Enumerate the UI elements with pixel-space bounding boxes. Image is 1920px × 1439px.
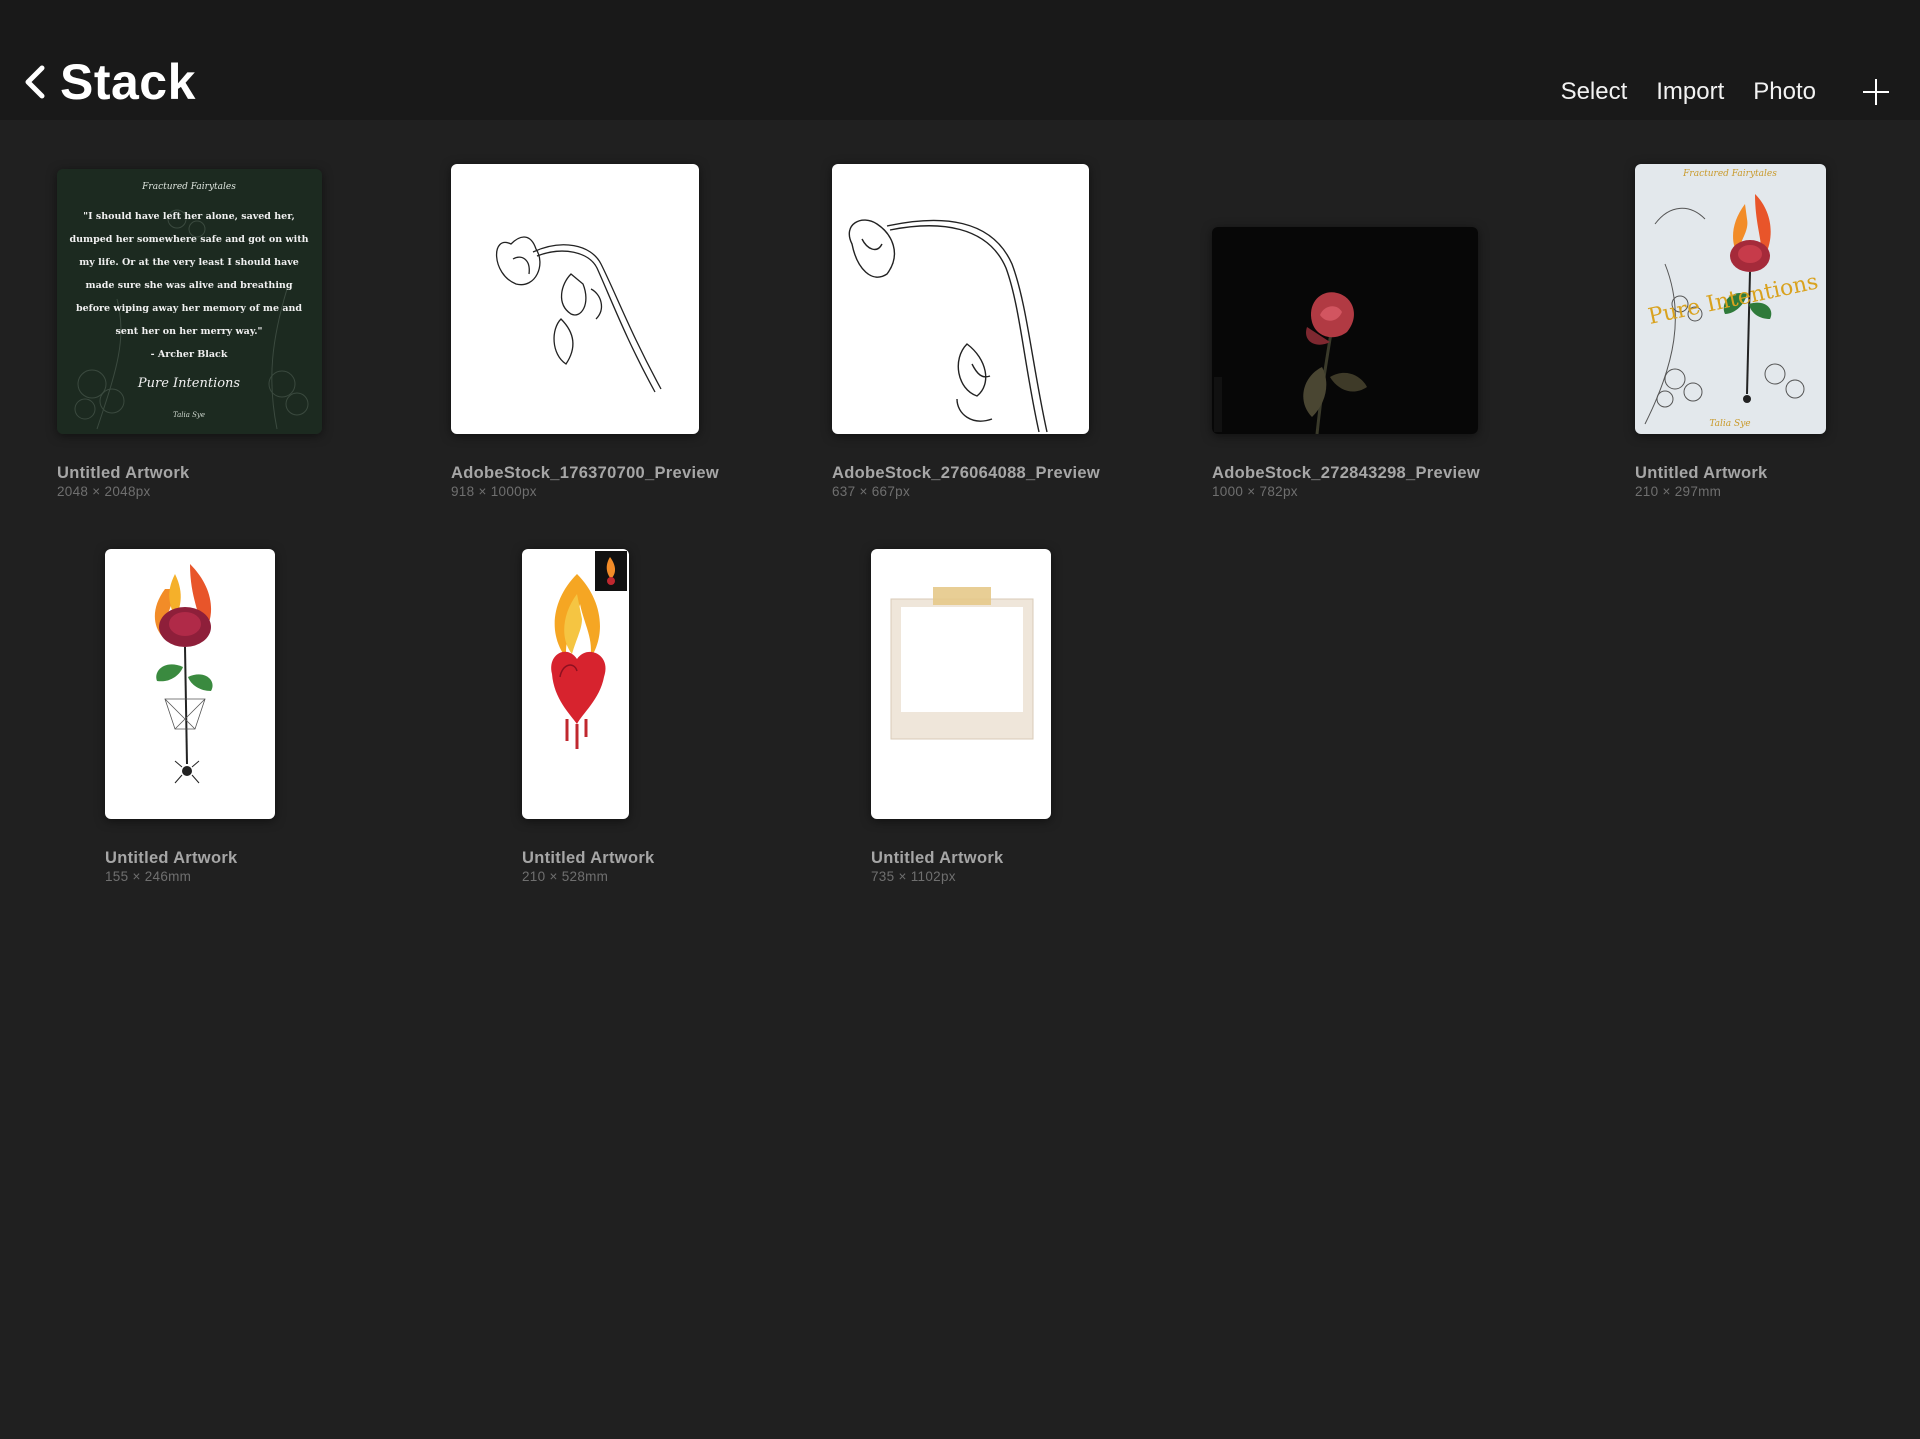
- artwork-thumbnail[interactable]: Fractured Fairytales Pure Intentions Tal…: [1635, 164, 1826, 434]
- artwork-title: AdobeStock_176370700_Preview: [451, 464, 719, 482]
- quote-artwork-image: Fractured Fairytales "I should have left…: [57, 169, 322, 434]
- artwork-thumbnail[interactable]: [832, 164, 1089, 434]
- artwork-title: AdobeStock_276064088_Preview: [832, 464, 1100, 482]
- artwork-dimensions: 637 × 667px: [832, 484, 910, 499]
- artwork-title: AdobeStock_272843298_Preview: [1212, 464, 1480, 482]
- quote-line: made sure she was alive and breathing: [86, 280, 293, 291]
- artwork-thumbnail[interactable]: [522, 549, 629, 819]
- burning-rose-image: [105, 549, 275, 819]
- book-cover-image: Fractured Fairytales Pure Intentions Tal…: [1635, 164, 1826, 434]
- cover-series: Fractured Fairytales: [1682, 169, 1777, 179]
- artwork-dimensions: 735 × 1102px: [871, 869, 956, 884]
- plus-icon[interactable]: [1862, 78, 1890, 106]
- artwork-title: Untitled Artwork: [871, 849, 1004, 867]
- artwork-title: Untitled Artwork: [105, 849, 238, 867]
- quote-book-title: Pure Intentions: [137, 376, 241, 391]
- quote-attribution: - Archer Black: [151, 349, 228, 360]
- quote-line: sent her on her merry way.": [115, 326, 262, 337]
- quote-author: Talia Sye: [173, 411, 205, 419]
- artwork-dimensions: 2048 × 2048px: [57, 484, 151, 499]
- artwork-title: Untitled Artwork: [57, 464, 190, 482]
- quote-line: dumped her somewhere safe and got on wit…: [69, 234, 308, 245]
- artwork-thumbnail[interactable]: [1212, 227, 1478, 434]
- artwork-title: Untitled Artwork: [1635, 464, 1768, 482]
- artwork-dimensions: 918 × 1000px: [451, 484, 537, 499]
- artwork-title: Untitled Artwork: [522, 849, 655, 867]
- photo-button[interactable]: Photo: [1753, 78, 1816, 106]
- top-bar: Stack Select Import Photo: [0, 0, 1920, 120]
- chevron-left-icon: [25, 65, 45, 99]
- quote-line: before wiping away her memory of me and: [76, 303, 302, 314]
- dark-rose-photo-image: [1212, 227, 1478, 434]
- artwork-thumbnail[interactable]: [451, 164, 699, 434]
- select-button[interactable]: Select: [1561, 78, 1628, 106]
- artwork-dimensions: 155 × 246mm: [105, 869, 192, 884]
- artwork-thumbnail[interactable]: [871, 549, 1051, 819]
- artwork-thumbnail[interactable]: [105, 549, 275, 819]
- page-title: Stack: [60, 54, 196, 110]
- quote-line: my life. Or at the very least I should h…: [79, 257, 299, 268]
- artwork-dimensions: 210 × 528mm: [522, 869, 609, 884]
- artwork-dimensions: 210 × 297mm: [1635, 484, 1722, 499]
- quote-series: Fractured Fairytales: [141, 182, 236, 192]
- quote-line: "I should have left her alone, saved her…: [83, 211, 295, 222]
- artwork-thumbnail[interactable]: Fractured Fairytales "I should have left…: [57, 169, 322, 434]
- line-art-flower-image: [451, 164, 699, 434]
- import-button[interactable]: Import: [1656, 78, 1724, 106]
- toolbar-actions: Select Import Photo: [1561, 72, 1920, 112]
- line-art-flower-image: [832, 164, 1089, 434]
- artwork-dimensions: 1000 × 782px: [1212, 484, 1298, 499]
- cover-author: Talia Sye: [1709, 419, 1750, 429]
- polaroid-frame-image: [871, 549, 1051, 819]
- back-button[interactable]: Stack: [22, 52, 196, 112]
- flame-heart-image: [522, 549, 629, 819]
